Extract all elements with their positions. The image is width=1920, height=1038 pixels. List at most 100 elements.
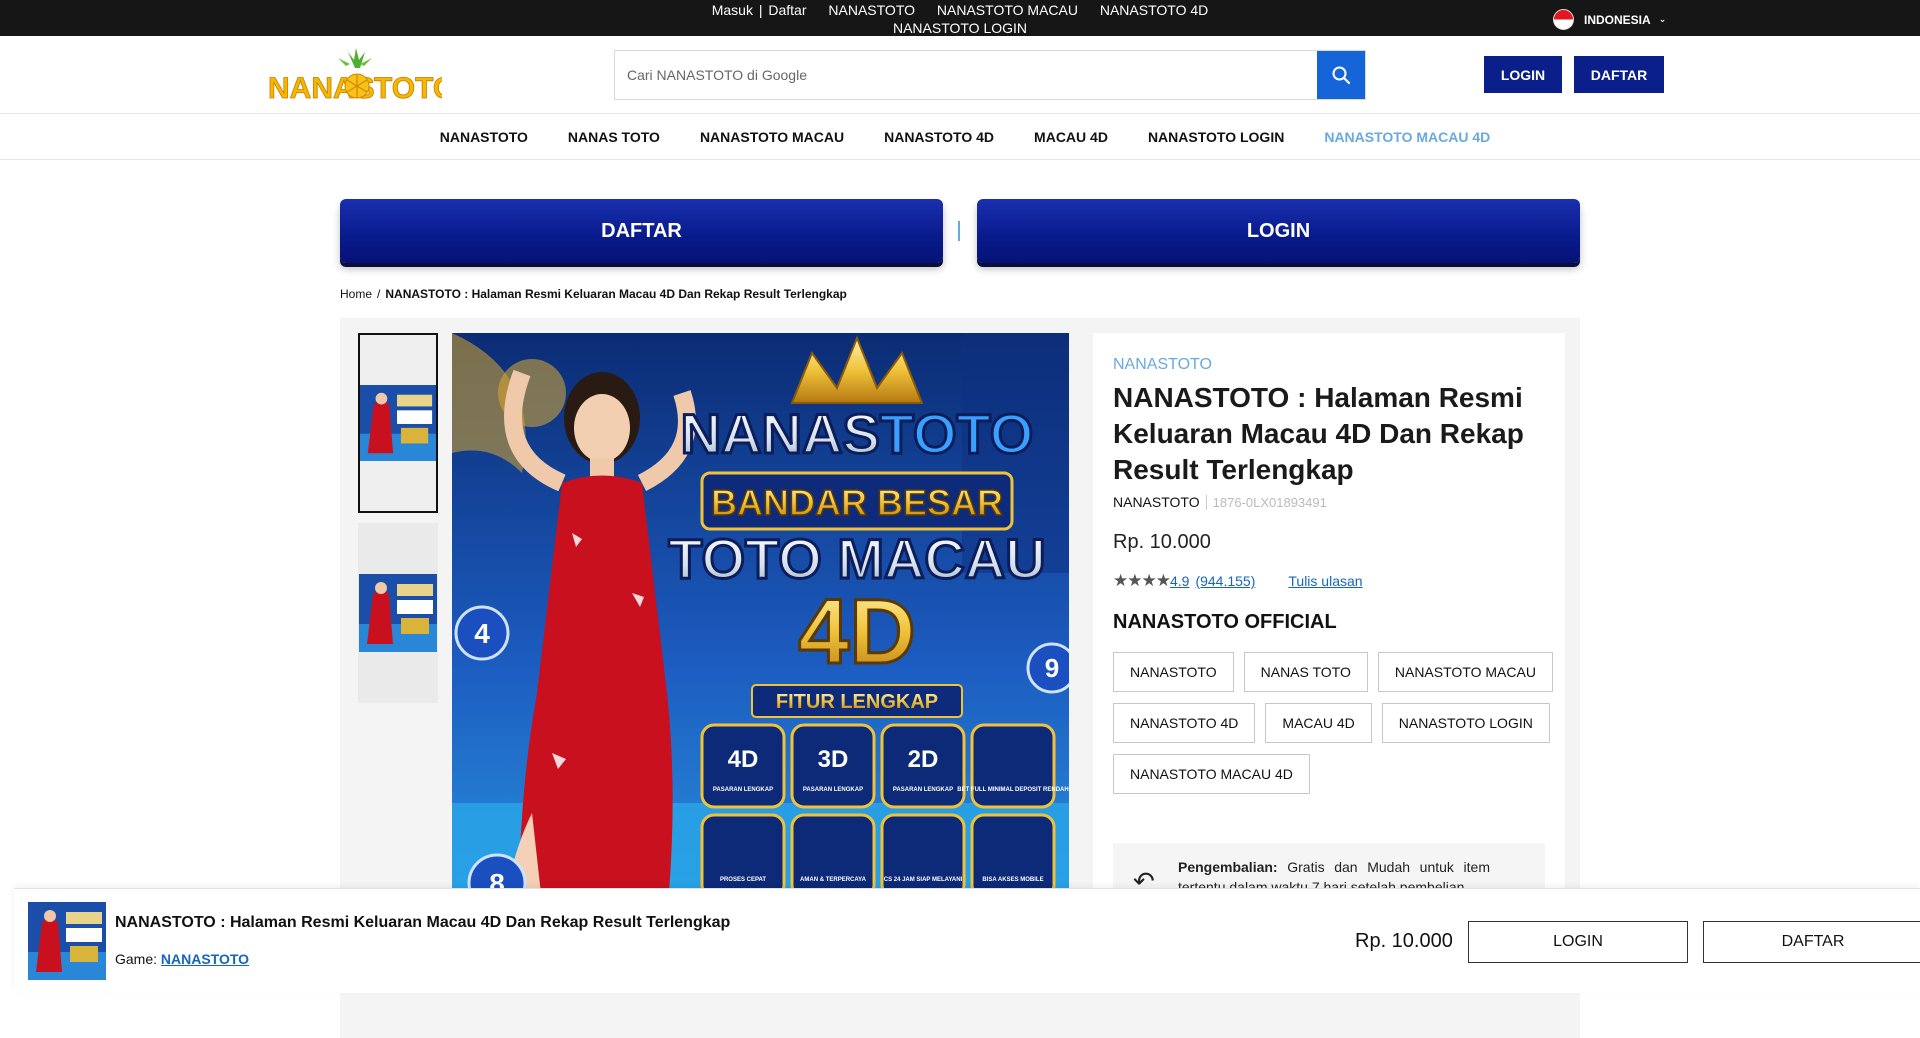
breadcrumb-current: NANASTOTO : Halaman Resmi Keluaran Macau…: [385, 287, 847, 301]
feature-tile-caption: CS 24 JAM SIAP MELAYANI: [884, 877, 963, 883]
nav-item-nanastoto-macau[interactable]: NANASTOTO MACAU: [700, 129, 844, 145]
option-nanastoto[interactable]: NANASTOTO: [1113, 652, 1234, 692]
feature-tile: BISA AKSES MOBILE: [970, 813, 1056, 899]
option-tags: NANASTOTO NANAS TOTO NANASTOTO MACAU NAN…: [1113, 652, 1553, 794]
feature-tile-caption: BISA AKSES MOBILE: [982, 877, 1043, 883]
language-label: INDONESIA: [1584, 12, 1651, 27]
feature-tile: BET FULL MINIMAL DEPOSIT RENDAH: [957, 723, 1069, 809]
feature-tile-big: 4D: [728, 746, 759, 773]
rating-value-link[interactable]: 4.9: [1170, 573, 1189, 589]
daftar-link[interactable]: Daftar: [768, 2, 806, 18]
chevron-down-icon: ⌄: [1658, 14, 1667, 24]
sticky-game-label: Game:: [115, 951, 158, 967]
nav-item-nanastoto[interactable]: NANASTOTO: [440, 129, 528, 145]
feature-tile-caption: PASARAN LENGKAP: [713, 787, 773, 793]
feature-tile-caption: PROSES CEPAT: [720, 877, 766, 883]
ball-number: 9: [1045, 653, 1059, 683]
svg-text:NANASTOTO: NANASTOTO: [681, 402, 1034, 465]
option-macau-4d[interactable]: MACAU 4D: [1265, 703, 1372, 743]
indonesia-flag-icon: [1553, 9, 1574, 30]
product-brand-link[interactable]: NANASTOTO: [1113, 356, 1212, 374]
banner-brand-b: TOTO: [880, 402, 1034, 465]
sticky-register-button[interactable]: DAFTAR: [1703, 921, 1920, 963]
search-input[interactable]: [615, 51, 1317, 99]
cta-register-button[interactable]: DAFTAR: [340, 199, 943, 263]
option-nanastoto-4d[interactable]: NANASTOTO 4D: [1113, 703, 1256, 743]
banner-line3: 4D: [798, 581, 916, 683]
nav-item-nanastoto-login[interactable]: NANASTOTO LOGIN: [1148, 129, 1284, 145]
product-price: Rp. 10.000: [1113, 531, 1211, 553]
feature-tile-caption: AMAN & TERPERCAYA: [800, 877, 867, 883]
ball-number: 4: [474, 618, 490, 649]
banner-line1: BANDAR BESAR: [711, 482, 1003, 523]
cta-login-button[interactable]: LOGIN: [977, 199, 1580, 263]
feature-tile: 2D PASARAN LENGKAP: [880, 723, 966, 809]
feature-tile: PROSES CEPAT: [700, 813, 786, 899]
pineapple-logo-icon: [344, 73, 370, 99]
option-nanas-toto[interactable]: NANAS TOTO: [1243, 652, 1368, 692]
top-link-nanastoto-4d[interactable]: NANASTOTO 4D: [1100, 2, 1208, 18]
option-nanastoto-macau[interactable]: NANASTOTO MACAU: [1377, 652, 1553, 692]
write-review-link[interactable]: Tulis ulasan: [1288, 573, 1362, 589]
top-link-nanastoto-macau[interactable]: NANASTOTO MACAU: [937, 2, 1078, 18]
thumbnail-image: [359, 574, 437, 652]
banner-brand-a: NANAS: [681, 402, 880, 465]
option-nanastoto-macau-4d[interactable]: NANASTOTO MACAU 4D: [1113, 754, 1310, 794]
top-link-nanastoto-login[interactable]: NANASTOTO LOGIN: [893, 20, 1027, 36]
feature-tile: 4D PASARAN LENGKAP: [700, 723, 786, 809]
product-rating: ★★★★ 4.9 (944.155) Tulis ulasan: [1113, 571, 1363, 591]
breadcrumb-separator: /: [377, 287, 381, 301]
thumbnail-image: [360, 385, 436, 461]
breadcrumb-home[interactable]: Home: [340, 287, 372, 301]
top-bar: Masuk | Daftar NANASTOTO NANASTOTO MACAU…: [0, 0, 1920, 36]
top-link-nanastoto[interactable]: NANASTOTO: [828, 2, 915, 18]
thumbnail-2[interactable]: [358, 523, 438, 703]
site-logo[interactable]: NANAS TOTO: [268, 48, 457, 105]
feature-tile: CS 24 JAM SIAP MELAYANI: [880, 813, 966, 899]
auth-links: Masuk | Daftar: [712, 2, 807, 18]
options-title: NANASTOTO OFFICIAL: [1113, 611, 1337, 633]
feature-tile-big: 2D: [908, 746, 939, 773]
sticky-thumbnail: [28, 902, 106, 980]
feature-tile: AMAN & TERPERCAYA: [790, 813, 876, 899]
search-bar: [614, 50, 1366, 100]
header-login-button[interactable]: LOGIN: [1484, 56, 1562, 93]
main-nav: NANASTOTO NANAS TOTO NANASTOTO MACAU NAN…: [0, 115, 1920, 160]
site-header: NANAS TOTO LOGIN DAFTAR: [0, 36, 1920, 114]
feature-tile: 3D PASARAN LENGKAP: [790, 723, 876, 809]
sticky-add-bar: NANASTOTO : Halaman Resmi Keluaran Macau…: [14, 888, 1920, 993]
product-vendor: NANASTOTO 1876-0LX01893491: [1113, 494, 1327, 510]
pineapple-crown-icon: [338, 48, 372, 68]
product-title: NANASTOTO : Halaman Resmi Keluaran Macau…: [1113, 382, 1524, 485]
masuk-link[interactable]: Masuk: [712, 2, 753, 18]
nav-item-macau-4d[interactable]: MACAU 4D: [1034, 129, 1108, 145]
product-sku: 1876-0LX01893491: [1205, 494, 1327, 510]
cta-divider: [958, 221, 960, 241]
header-register-button[interactable]: DAFTAR: [1574, 56, 1664, 93]
nav-item-nanastoto-4d[interactable]: NANASTOTO 4D: [884, 129, 994, 145]
thumbnail-1[interactable]: [358, 333, 438, 513]
search-icon: [1332, 66, 1351, 85]
vendor-name: NANASTOTO: [1113, 494, 1200, 510]
top-links: Masuk | Daftar NANASTOTO NANASTOTO MACAU…: [700, 1, 1220, 37]
sticky-game-link[interactable]: NANASTOTO: [161, 951, 249, 967]
star-rating-icon: ★★★★: [1113, 571, 1171, 590]
language-selector[interactable]: INDONESIA ⌄: [1553, 9, 1666, 30]
breadcrumb: Home / NANASTOTO : Halaman Resmi Keluaran …: [340, 287, 847, 301]
feature-tile-caption: BET FULL MINIMAL DEPOSIT RENDAH: [957, 787, 1068, 793]
feature-tile-caption: PASARAN LENGKAP: [893, 787, 953, 793]
auth-separator: |: [758, 2, 763, 18]
feature-tile-big: 3D: [818, 746, 849, 773]
nav-item-nanastoto-macau-4d[interactable]: NANASTOTO MACAU 4D: [1324, 129, 1490, 145]
review-count-link[interactable]: (944.155): [1195, 573, 1255, 589]
search-button[interactable]: [1317, 51, 1365, 99]
sticky-game: Game: NANASTOTO: [115, 951, 249, 967]
banner-ribbon: FITUR LENGKAP: [776, 691, 938, 713]
feature-tile-caption: PASARAN LENGKAP: [803, 787, 863, 793]
nav-item-nanas-toto[interactable]: NANAS TOTO: [568, 129, 660, 145]
logo-text-right: TOTO: [374, 72, 442, 104]
sticky-price: Rp. 10.000: [1355, 930, 1453, 952]
option-nanastoto-login[interactable]: NANASTOTO LOGIN: [1381, 703, 1550, 743]
sticky-login-button[interactable]: LOGIN: [1468, 921, 1688, 963]
sticky-title: NANASTOTO : Halaman Resmi Keluaran Macau…: [115, 914, 731, 931]
